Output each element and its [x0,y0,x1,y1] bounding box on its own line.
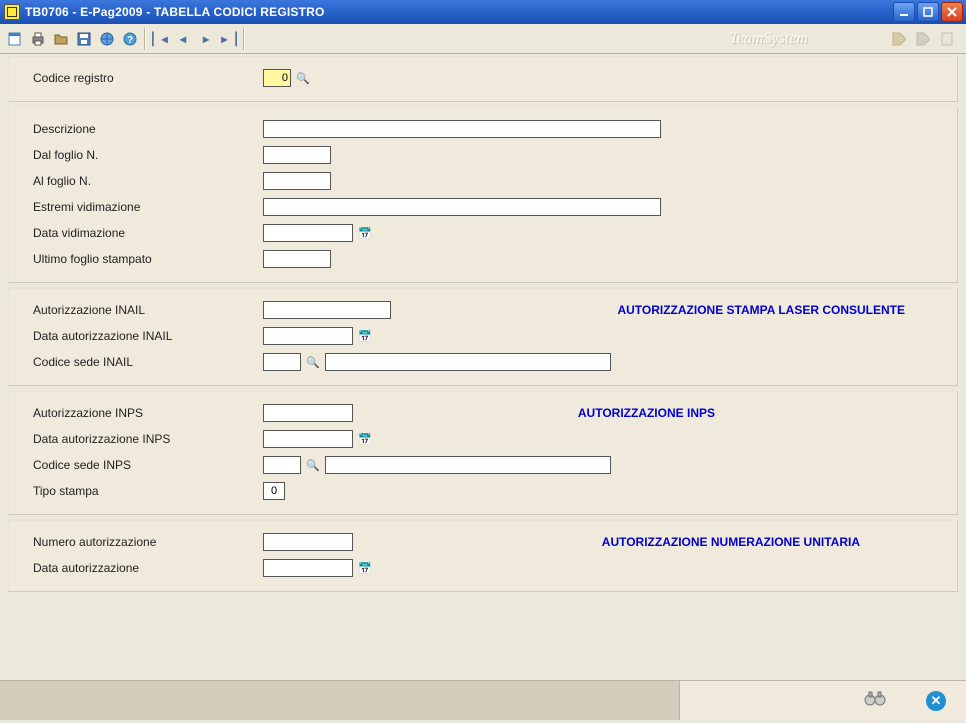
calendar-icon[interactable] [357,560,373,576]
estremi-label: Estremi vidimazione [33,200,263,214]
calendar-icon[interactable] [357,225,373,241]
panel-inps-heading: AUTORIZZAZIONE INPS [578,406,945,420]
toolbar: ? ▏◂ ◂ ▸ ▸▕ TeamSystem [0,24,966,54]
panel-inail: Autorizzazione INAIL AUTORIZZAZIONE STAM… [8,288,958,386]
panel-inail-heading: AUTORIZZAZIONE STAMPA LASER CONSULENTE [617,303,945,317]
nav-first-icon[interactable]: ▏◂ [149,28,171,50]
toolbar-folder-icon[interactable] [50,28,72,50]
ultimo-foglio-input[interactable] [263,250,331,268]
search-icon[interactable] [305,457,321,473]
data-autor-label: Data autorizzazione [33,561,263,575]
dal-foglio-label: Dal foglio N. [33,148,263,162]
numero-autor-input[interactable] [263,533,353,551]
codice-registro-input[interactable] [263,69,291,87]
codice-sede-inps-input[interactable] [263,456,301,474]
panel-numerazione-heading: AUTORIZZAZIONE NUMERAZIONE UNITARIA [602,535,945,549]
toolbar-globe-icon[interactable] [96,28,118,50]
close-button[interactable] [941,2,963,22]
calendar-icon[interactable] [357,328,373,344]
toolbar-print-icon[interactable] [27,28,49,50]
data-autor-inps-input[interactable] [263,430,353,448]
statusbar-spacer [0,681,680,720]
autor-inail-label: Autorizzazione INAIL [33,303,263,317]
data-autor-inail-input[interactable] [263,327,353,345]
descrizione-input[interactable] [263,120,661,138]
search-icon[interactable] [305,354,321,370]
codice-sede-inail-label: Codice sede INAIL [33,355,263,369]
app-icon [4,4,20,20]
autor-inps-label: Autorizzazione INPS [33,406,263,420]
svg-text:?: ? [127,35,133,46]
codice-sede-inail-input[interactable] [263,353,301,371]
codice-sede-inps-label: Codice sede INPS [33,458,263,472]
ultimo-foglio-label: Ultimo foglio stampato [33,252,263,266]
panel-inps: Autorizzazione INPS AUTORIZZAZIONE INPS … [8,391,958,515]
maximize-button[interactable] [917,2,939,22]
panel-codice-registro: Codice registro [8,56,958,102]
al-foglio-input[interactable] [263,172,331,190]
close-action-icon[interactable]: ✕ [926,691,946,711]
toolbar-help-icon[interactable]: ? [119,28,141,50]
toolbar-save-icon[interactable] [73,28,95,50]
data-autor-input[interactable] [263,559,353,577]
window-controls [893,2,963,22]
data-autor-inps-label: Data autorizzazione INPS [33,432,263,446]
toolbar-separator [243,28,245,50]
panel-descrizione: Descrizione Dal foglio N. Al foglio N. E… [8,107,958,283]
dal-foglio-input[interactable] [263,146,331,164]
toolbar-tag2-icon[interactable] [912,28,934,50]
search-icon[interactable] [295,70,311,86]
toolbar-separator [144,28,146,50]
calendar-icon[interactable] [357,431,373,447]
descrizione-label: Descrizione [33,122,263,136]
brand-logo: TeamSystem [247,30,888,48]
nav-prev-icon[interactable]: ◂ [172,28,194,50]
codice-sede-inps-desc-input[interactable] [325,456,611,474]
numero-autor-label: Numero autorizzazione [33,535,263,549]
data-autor-inail-label: Data autorizzazione INAIL [33,329,263,343]
content-area: Codice registro Descrizione Dal foglio N… [0,54,966,680]
estremi-input[interactable] [263,198,661,216]
codice-registro-label: Codice registro [33,71,263,85]
minimize-button[interactable] [893,2,915,22]
tipo-stampa-label: Tipo stampa [33,484,263,498]
toolbar-doc-icon[interactable] [936,28,958,50]
nav-next-icon[interactable]: ▸ [195,28,217,50]
titlebar: TB0706 - E-Pag2009 - TABELLA CODICI REGI… [0,0,966,24]
panel-numerazione: Numero autorizzazione AUTORIZZAZIONE NUM… [8,520,958,592]
al-foglio-label: Al foglio N. [33,174,263,188]
data-vidimazione-input[interactable] [263,224,353,242]
statusbar: ✕ [0,680,966,720]
codice-sede-inail-desc-input[interactable] [325,353,611,371]
nav-last-icon[interactable]: ▸▕ [218,28,240,50]
autor-inail-input[interactable] [263,301,391,319]
tipo-stampa-input[interactable] [263,482,285,500]
window-title: TB0706 - E-Pag2009 - TABELLA CODICI REGI… [25,5,893,19]
binoculars-icon[interactable] [864,689,886,713]
toolbar-new-icon[interactable] [4,28,26,50]
data-vidimazione-label: Data vidimazione [33,226,263,240]
toolbar-tag-icon[interactable] [888,28,910,50]
autor-inps-input[interactable] [263,404,353,422]
